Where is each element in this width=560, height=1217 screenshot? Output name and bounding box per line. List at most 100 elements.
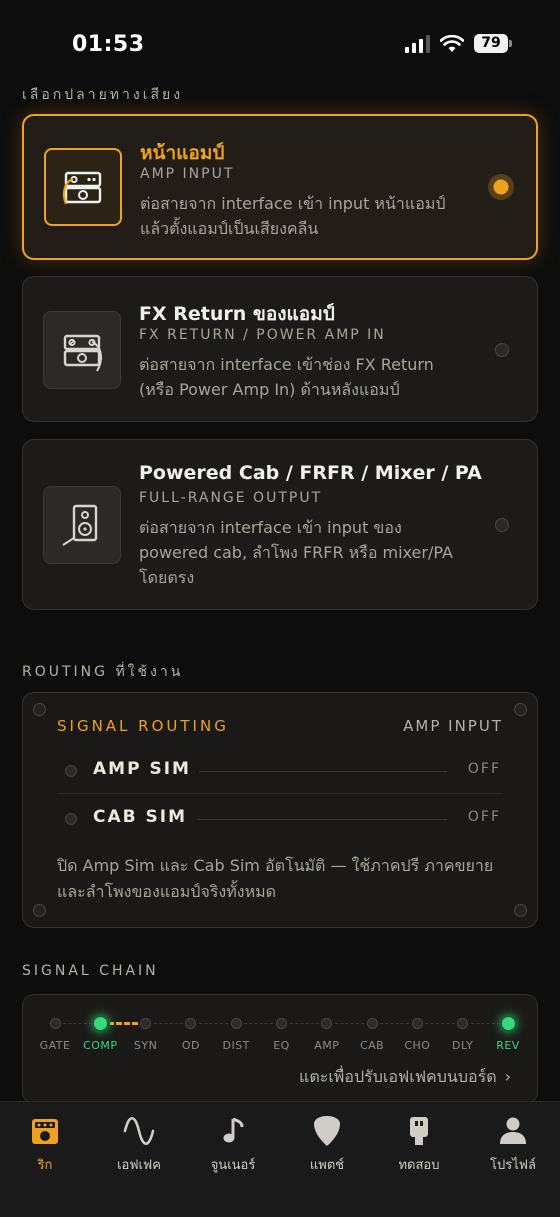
route-radio[interactable] xyxy=(495,343,509,357)
chain-node-cho[interactable] xyxy=(411,1018,423,1029)
amp-icon xyxy=(0,1114,90,1148)
status-indicators: 79 xyxy=(405,34,512,53)
route-description-line: แล้วตั้งแอมป์เป็นเสียงคลีน xyxy=(140,219,319,238)
divider xyxy=(197,819,447,820)
screw-icon xyxy=(33,703,46,716)
tab-patch[interactable]: แพตช์ xyxy=(282,1114,372,1174)
tab-rig[interactable]: ริก xyxy=(0,1114,90,1174)
active-routing-section-title: ROUTING ที่ใช้งาน xyxy=(22,664,184,680)
tab-label: จูนเนอร์ xyxy=(210,1158,256,1173)
signal-chain-panel[interactable]: GATE COMP SYN OD DIST EQ AMP CAB CHO DLY REV แตะเพ… xyxy=(22,994,538,1104)
route-title: หน้าแอมป์ xyxy=(140,142,225,164)
route-description-line: ต่อสายจาก interface เข้า input หน้าแอมป์ xyxy=(140,194,446,213)
edit-effects-link-label: แตะเพื่อปรับเอฟเฟคบนบอร์ด xyxy=(299,1067,497,1086)
person-icon xyxy=(468,1114,558,1148)
chain-link xyxy=(244,1023,274,1024)
tab-effects[interactable]: เอฟเฟค xyxy=(94,1114,184,1174)
chain-link xyxy=(289,1023,319,1024)
route-description-line: ต่อสายจาก interface เข้า input ของ xyxy=(139,518,402,537)
status-bar: 01:53 79 xyxy=(0,0,560,80)
route-card-amp-input[interactable]: หน้าแอมป์ AMP INPUT ต่อสายจาก interface … xyxy=(22,114,538,260)
chain-node-syn[interactable] xyxy=(140,1018,152,1029)
route-radio[interactable] xyxy=(495,518,509,532)
chain-node-label: GATE xyxy=(39,1039,71,1052)
route-description: ต่อสายจาก interface เข้า input ของ power… xyxy=(139,515,479,590)
chain-node-label: DIST xyxy=(222,1039,250,1052)
destination-section-title: เลือกปลายทางเสียง xyxy=(22,87,184,103)
tab-tuner[interactable]: จูนเนอร์ xyxy=(188,1114,278,1174)
route-subtitle: AMP INPUT xyxy=(140,166,235,182)
guitar-pick-icon xyxy=(282,1114,372,1148)
route-card-fx-return[interactable]: FX Return ของแอมป์ FX RETURN / POWER AMP… xyxy=(22,276,538,422)
routing-mode-value: AMP INPUT xyxy=(403,717,503,735)
chain-node-dly[interactable] xyxy=(457,1018,469,1029)
wifi-icon xyxy=(440,34,464,52)
amp-sim-row[interactable]: AMP SIM OFF xyxy=(57,747,503,795)
amp-rear-icon xyxy=(43,311,121,389)
route-radio-selected[interactable] xyxy=(488,174,514,200)
signal-routing-heading: SIGNAL ROUTING xyxy=(57,717,229,735)
chain-node-comp[interactable] xyxy=(90,1014,110,1033)
screw-icon xyxy=(33,904,46,917)
cab-sim-label: CAB SIM xyxy=(93,807,187,827)
chain-node-dist[interactable] xyxy=(230,1018,242,1029)
signal-routing-panel: SIGNAL ROUTING AMP INPUT AMP SIM OFF CAB… xyxy=(22,692,538,928)
speaker-icon xyxy=(43,486,121,564)
chain-link xyxy=(334,1023,365,1024)
chain-node-label: OD xyxy=(181,1039,200,1052)
chain-link xyxy=(153,1023,183,1024)
sine-wave-icon xyxy=(94,1114,184,1148)
amp-head-icon xyxy=(44,148,122,226)
cab-sim-led-icon xyxy=(65,813,77,825)
chain-node-cab[interactable] xyxy=(366,1018,378,1029)
chain-node-gate[interactable] xyxy=(49,1018,61,1029)
chain-node-amp[interactable] xyxy=(321,1018,333,1029)
route-title: FX Return ของแอมป์ xyxy=(139,303,335,325)
tab-label: แพตช์ xyxy=(309,1158,345,1173)
chain-node-od[interactable] xyxy=(185,1018,197,1029)
route-subtitle: FX RETURN / POWER AMP IN xyxy=(139,327,386,343)
tab-bar: ริก เอฟเฟค จูนเนอร์ แพตช์ ทดสอบ โปรไฟล์ xyxy=(0,1101,560,1217)
route-description-line: ต่อสายจาก interface เข้าช่อง FX Return xyxy=(139,355,434,374)
routing-note: ปิด Amp Sim และ Cab Sim อัตโนมัติ — ใช้ภ… xyxy=(57,853,507,905)
cab-sim-row[interactable]: CAB SIM OFF xyxy=(57,795,503,843)
chain-link xyxy=(425,1023,455,1024)
amp-sim-label: AMP SIM xyxy=(93,759,191,779)
battery-level: 79 xyxy=(474,34,508,53)
tab-test[interactable]: ทดสอบ xyxy=(374,1114,464,1174)
music-note-icon xyxy=(188,1114,278,1148)
amp-sim-state: OFF xyxy=(467,761,501,777)
route-description-line: โดยตรง xyxy=(139,568,195,587)
chain-node-label: CHO xyxy=(404,1039,431,1052)
tab-label: ทดสอบ xyxy=(398,1158,440,1173)
screw-icon xyxy=(514,703,527,716)
chain-node-label: COMP xyxy=(83,1039,118,1052)
tab-profile[interactable]: โปรไฟล์ xyxy=(468,1114,558,1174)
chain-node-rev[interactable] xyxy=(498,1014,518,1033)
routing-note-line: ปิด Amp Sim และ Cab Sim อัตโนมัติ — ใช้ภ… xyxy=(57,856,494,875)
cab-sim-state: OFF xyxy=(467,809,501,825)
screw-icon xyxy=(514,904,527,917)
status-time: 01:53 xyxy=(72,32,145,57)
chain-link-active xyxy=(108,1022,138,1025)
chain-node-eq[interactable] xyxy=(276,1018,287,1029)
route-subtitle: FULL-RANGE OUTPUT xyxy=(139,490,323,506)
edit-effects-link[interactable]: แตะเพื่อปรับเอฟเฟคบนบอร์ด › xyxy=(299,1065,511,1090)
amp-sim-led-icon xyxy=(65,765,77,777)
chain-link xyxy=(380,1023,410,1024)
divider xyxy=(199,771,447,772)
route-description-line: (หรือ Power Amp In) ด้านหลังแอมป์ xyxy=(139,380,400,399)
chain-node-label: REV xyxy=(496,1039,520,1052)
routing-note-line: และลำโพงของแอมป์จริงทั้งหมด xyxy=(57,882,277,901)
chain-node-label: AMP xyxy=(314,1039,340,1052)
signal-chain-nodes: GATE COMP SYN OD DIST EQ AMP CAB CHO DLY REV xyxy=(23,995,539,1055)
chain-link xyxy=(63,1023,93,1024)
chain-link xyxy=(198,1023,229,1024)
route-title: Powered Cab / FRFR / Mixer / PA xyxy=(139,462,482,484)
route-card-full-range[interactable]: Powered Cab / FRFR / Mixer / PA FULL-RAN… xyxy=(22,439,538,610)
tab-label: โปรไฟล์ xyxy=(490,1158,536,1173)
route-description-line: powered cab, ลำโพง FRFR หรือ mixer/PA xyxy=(139,543,453,562)
chain-node-label: CAB xyxy=(359,1039,385,1052)
chevron-right-icon: › xyxy=(504,1067,511,1086)
signal-chain-section-title: SIGNAL CHAIN xyxy=(22,963,159,979)
